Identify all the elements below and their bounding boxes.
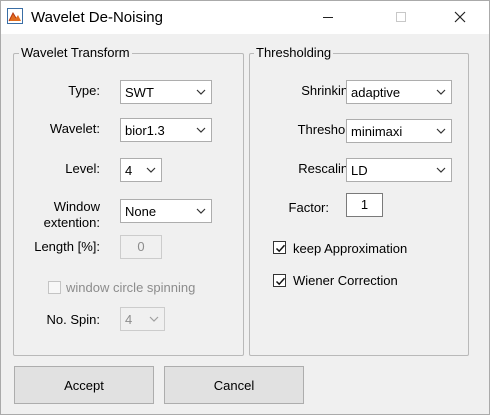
close-icon [454,11,466,23]
level-value: 4 [125,163,133,178]
chevron-down-icon [141,159,161,181]
no-spin-dropdown: 4 [120,307,165,331]
title-bar[interactable]: Wavelet De-Noising [1,1,489,34]
minimize-icon [323,17,333,18]
chevron-down-icon [144,308,164,330]
type-dropdown[interactable]: SWT [120,80,212,104]
wavelet-dropdown[interactable]: bior1.3 [120,118,212,142]
checkmark-icon [275,277,286,286]
window-extension-value: None [125,204,157,219]
window-extension-label-line1: Window [53,199,100,214]
wiener-correction-checkbox[interactable] [273,274,286,287]
no-spin-label: No. Spin: [46,312,100,327]
window-circle-spinning-label: window circle spinning [66,280,196,295]
keep-approximation-checkbox[interactable] [273,241,286,254]
length-label: Length [%]: [34,239,100,254]
wavelet-value: bior1.3 [125,123,165,138]
factor-field[interactable]: 1 [346,193,383,217]
factor-label: Factor: [288,200,329,215]
wiener-correction-label[interactable]: Wiener Correction [293,273,398,288]
chevron-down-icon [431,120,451,142]
accept-button[interactable]: Accept [14,366,154,404]
window-circle-spinning-checkbox [48,281,61,294]
rescaling-value: LD [351,163,368,178]
chevron-down-icon [191,81,211,103]
dialog-window: Wavelet De-Noising Wavelet Transform Typ… [0,0,490,415]
threshold-value: minimaxi [351,124,403,139]
chevron-down-icon [191,200,211,222]
threshold-dropdown[interactable]: minimaxi [346,119,452,143]
type-label: Type: [68,83,100,98]
length-field: 0 [120,235,162,259]
chevron-down-icon [191,119,211,141]
thresholding-group-label: Thresholding [254,45,334,60]
window-extension-label-line2: extention: [43,215,100,230]
wavelet-label: Wavelet: [49,121,100,136]
type-value: SWT [125,85,154,100]
window-extension-dropdown[interactable]: None [120,199,212,223]
shrinking-value: adaptive [351,85,401,100]
matlab-figure-icon [7,8,23,24]
rescaling-dropdown[interactable]: LD [346,158,452,182]
level-label: Level: [65,161,100,176]
checkmark-icon [275,244,286,253]
chevron-down-icon [431,159,451,181]
minimize-button[interactable] [305,1,351,33]
shrinking-dropdown[interactable]: adaptive [346,80,452,104]
chevron-down-icon [431,81,451,103]
no-spin-value: 4 [125,312,133,327]
maximize-button [378,1,424,33]
close-button[interactable] [437,1,483,33]
cancel-button[interactable]: Cancel [164,366,304,404]
level-dropdown[interactable]: 4 [120,158,162,182]
window-title: Wavelet De-Noising [31,9,163,26]
wavelet-transform-group-label: Wavelet Transform [19,45,132,60]
keep-approximation-label[interactable]: keep Approximation [293,241,407,256]
maximize-icon [396,12,406,22]
